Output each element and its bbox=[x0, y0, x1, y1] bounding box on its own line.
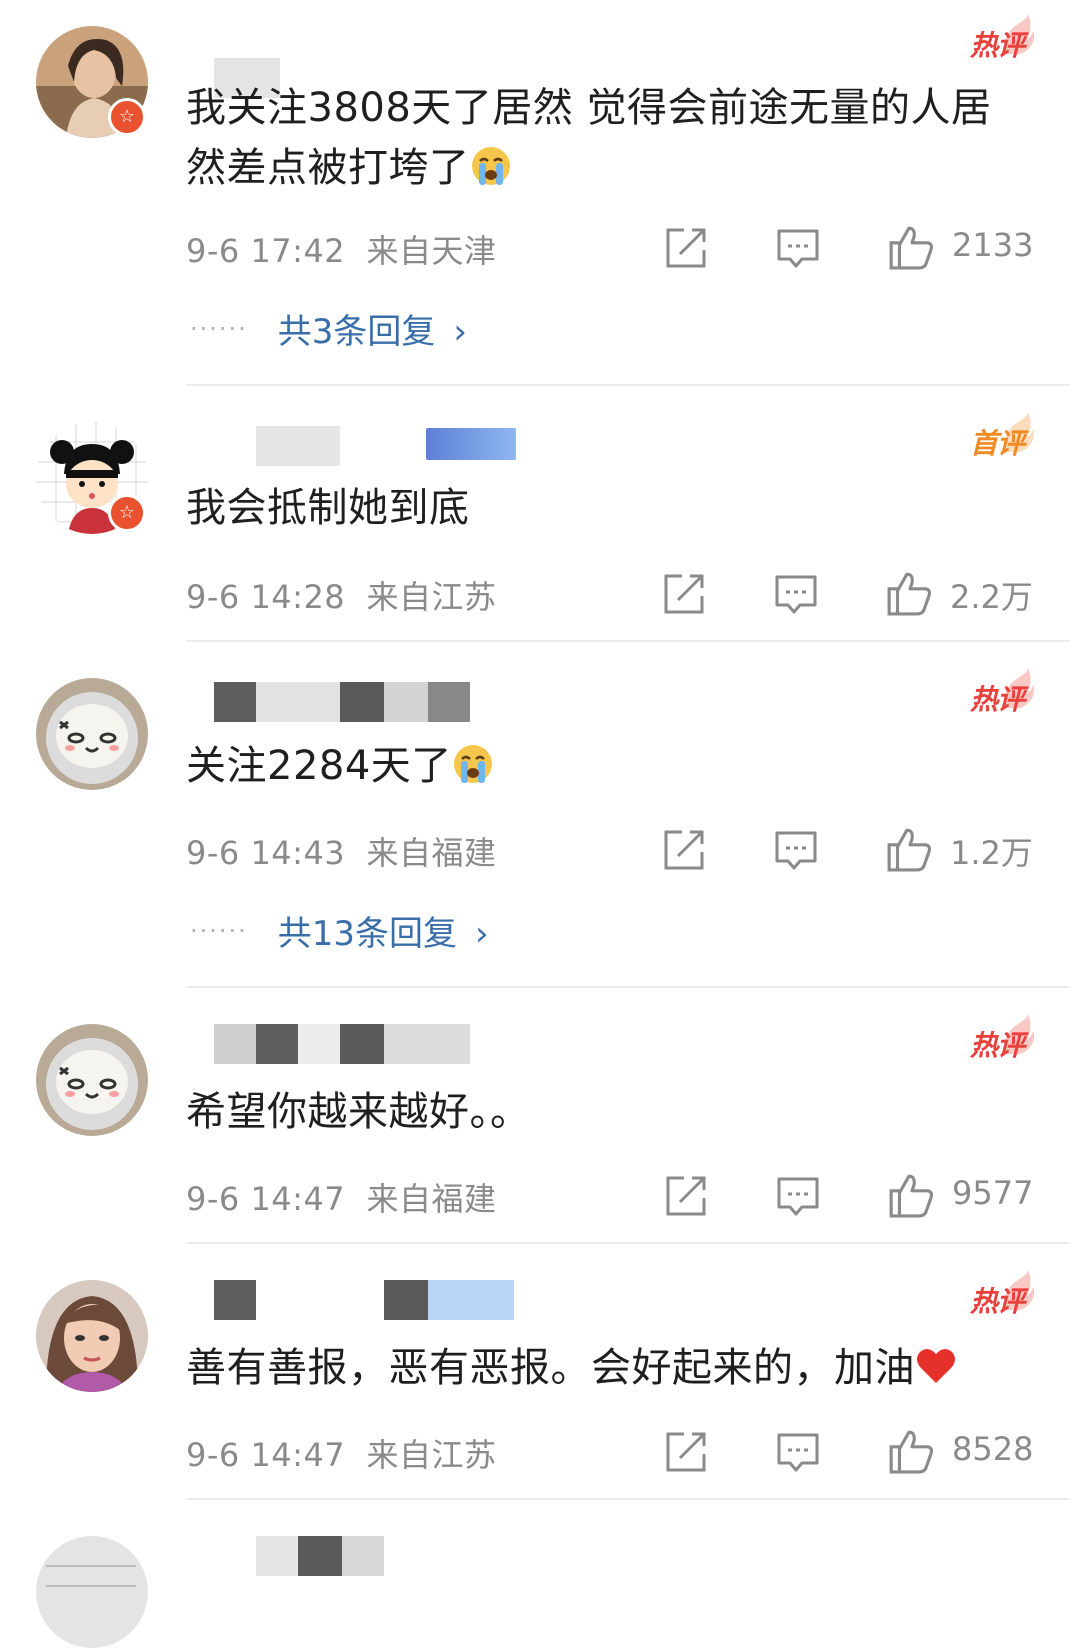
comment-text: 关注2284天了 bbox=[186, 736, 1030, 796]
comment-date: 9-6 17:42 bbox=[186, 232, 346, 270]
share-icon[interactable] bbox=[664, 1430, 708, 1474]
comment-item bbox=[0, 1500, 1080, 1648]
like-count: 9577 bbox=[952, 1174, 1034, 1212]
avatar[interactable] bbox=[36, 678, 148, 790]
hot-comment-tag: 热评 bbox=[969, 1285, 1025, 1318]
hot-comment-tag: 热评 bbox=[969, 29, 1025, 62]
like-icon[interactable] bbox=[888, 1428, 934, 1474]
share-icon[interactable] bbox=[662, 828, 706, 872]
comment-icon[interactable] bbox=[776, 226, 820, 270]
comment-item: 热评 善有善报，恶有恶报。会好起来的，加油 9-6 14:47 来自江苏 852… bbox=[0, 1244, 1080, 1500]
comment-icon[interactable] bbox=[774, 572, 818, 616]
username-blurred[interactable] bbox=[214, 1024, 474, 1064]
comment-location: 来自江苏 bbox=[366, 1436, 497, 1474]
first-comment-tag: 首评 bbox=[969, 427, 1025, 460]
share-icon[interactable] bbox=[662, 572, 706, 616]
share-icon[interactable] bbox=[664, 226, 708, 270]
comment-date: 9-6 14:47 bbox=[186, 1180, 346, 1218]
like-count: 2.2万 bbox=[950, 578, 1033, 616]
comment-item: 热评 希望你越来越好。。 9-6 14:47 来自福建 9577 bbox=[0, 988, 1080, 1244]
avatar[interactable] bbox=[36, 1280, 148, 1392]
verified-badge-icon: ☆ bbox=[108, 98, 146, 136]
comment-location: 来自福建 bbox=[366, 1180, 497, 1218]
view-replies-link[interactable]: ······ 共13条回复 › bbox=[190, 906, 489, 955]
chevron-right-icon: › bbox=[475, 914, 489, 954]
hot-comment-tag: 热评 bbox=[969, 683, 1025, 716]
comment-icon[interactable] bbox=[776, 1430, 820, 1474]
heart-emoji bbox=[917, 1348, 955, 1383]
username-blurred[interactable] bbox=[214, 1280, 514, 1320]
comment-date: 9-6 14:28 bbox=[186, 578, 346, 616]
comment-meta: 9-6 14:43 来自福建 bbox=[186, 828, 497, 874]
comment-item: 热评 关注2284天了 9-6 14:43 来自福建 1.2万 ······共 bbox=[0, 642, 1080, 988]
username-blurred[interactable] bbox=[256, 426, 526, 466]
share-icon[interactable] bbox=[664, 1174, 708, 1218]
comment-location: 来自福建 bbox=[366, 834, 497, 872]
like-count: 2133 bbox=[952, 226, 1034, 264]
comment-date: 9-6 14:43 bbox=[186, 834, 346, 872]
comment-location: 来自天津 bbox=[366, 232, 497, 270]
comment-text: 希望你越来越好。。 bbox=[186, 1089, 531, 1135]
hot-comment-tag: 热评 bbox=[969, 1029, 1025, 1062]
like-icon[interactable] bbox=[886, 570, 932, 616]
comment-item: ☆ 热评 我关注3808天了居然 觉得会前途无量的人居然差点被打垮了 9-6 1… bbox=[0, 0, 1080, 386]
crying-emoji bbox=[471, 147, 510, 185]
comment-text: 我关注3808天了居然 觉得会前途无量的人居然差点被打垮了 bbox=[186, 85, 992, 191]
view-replies-link[interactable]: ······ 共3条回复 › bbox=[190, 304, 467, 353]
crying-emoji bbox=[453, 745, 492, 783]
comment-location: 来自江苏 bbox=[366, 578, 497, 616]
like-icon[interactable] bbox=[888, 1172, 934, 1218]
comment-meta: 9-6 17:42 来自天津 bbox=[186, 226, 497, 272]
comment-icon[interactable] bbox=[776, 1174, 820, 1218]
like-count: 1.2万 bbox=[950, 834, 1033, 872]
avatar[interactable] bbox=[36, 1024, 148, 1136]
comment-icon[interactable] bbox=[774, 828, 818, 872]
verified-badge-icon: ☆ bbox=[108, 494, 146, 532]
avatar[interactable] bbox=[36, 1536, 148, 1648]
comment-meta: 9-6 14:47 来自福建 bbox=[186, 1174, 497, 1220]
like-icon[interactable] bbox=[886, 826, 932, 872]
comment-meta: 9-6 14:47 来自江苏 bbox=[186, 1430, 497, 1476]
comment-text: 我会抵制她到底 bbox=[186, 485, 470, 531]
like-icon[interactable] bbox=[888, 224, 934, 270]
username-blurred[interactable] bbox=[256, 1536, 386, 1576]
comment-item: ☆ 首评 我会抵制她到底 9-6 14:28 来自江苏 2.2万 bbox=[0, 386, 1080, 642]
comment-date: 9-6 14:47 bbox=[186, 1436, 346, 1474]
comment-meta: 9-6 14:28 来自江苏 bbox=[186, 572, 497, 618]
username-blurred[interactable] bbox=[214, 682, 474, 722]
like-count: 8528 bbox=[952, 1430, 1034, 1468]
chevron-right-icon: › bbox=[453, 312, 468, 352]
comment-text: 善有善报，恶有恶报。会好起来的，加油 bbox=[186, 1338, 1030, 1398]
